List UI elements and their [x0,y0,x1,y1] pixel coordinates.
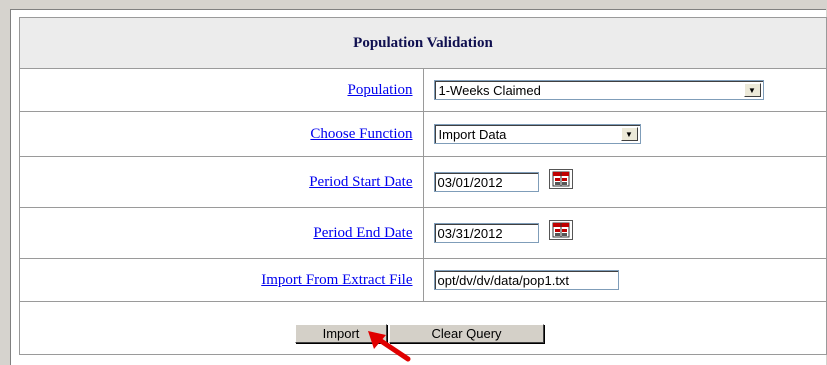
calendar-icon[interactable] [548,169,573,189]
import-file-label-cell: Import From Extract File [19,258,424,302]
period-start-date-input[interactable]: 03/01/2012 [433,172,539,192]
period-end-date-input[interactable]: 03/31/2012 [433,223,539,243]
import-from-extract-file-link[interactable]: Import From Extract File [261,272,412,288]
population-select-value: 1-Weeks Claimed [438,83,541,98]
period-end-date-link[interactable]: Period End Date [313,225,412,241]
button-row: Import Clear Query [19,301,827,355]
chevron-down-icon[interactable]: ▼ [743,83,761,97]
red-arrow-icon [368,331,411,362]
period-start-field-cell: 03/01/2012 [422,156,827,208]
page-title: Population Validation [19,17,827,69]
period-start-label-cell: Period Start Date [19,156,424,208]
import-file-field-cell: opt/dv/dv/data/pop1.txt [422,258,827,302]
form-panel: Population Validation Population 1-Weeks… [10,9,827,365]
choose-function-select[interactable]: Import Data ▼ [433,124,641,144]
period-end-label-cell: Period End Date [19,207,424,259]
population-select[interactable]: 1-Weeks Claimed ▼ [433,80,764,100]
period-end-field-cell: 03/31/2012 [422,207,827,259]
chevron-down-icon[interactable]: ▼ [620,127,638,141]
period-start-date-link[interactable]: Period Start Date [309,174,412,190]
choose-function-field-cell: Import Data ▼ [422,111,827,157]
population-field-cell: 1-Weeks Claimed ▼ [422,68,827,112]
choose-function-link[interactable]: Choose Function [310,126,412,142]
population-validation-form: Population Validation Population 1-Weeks… [19,17,827,355]
population-link[interactable]: Population [347,82,412,98]
calendar-icon[interactable] [548,220,573,240]
choose-function-select-value: Import Data [438,127,507,142]
import-file-input[interactable]: opt/dv/dv/data/pop1.txt [433,270,619,290]
choose-function-label-cell: Choose Function [19,111,424,157]
population-label-cell: Population [19,68,424,112]
